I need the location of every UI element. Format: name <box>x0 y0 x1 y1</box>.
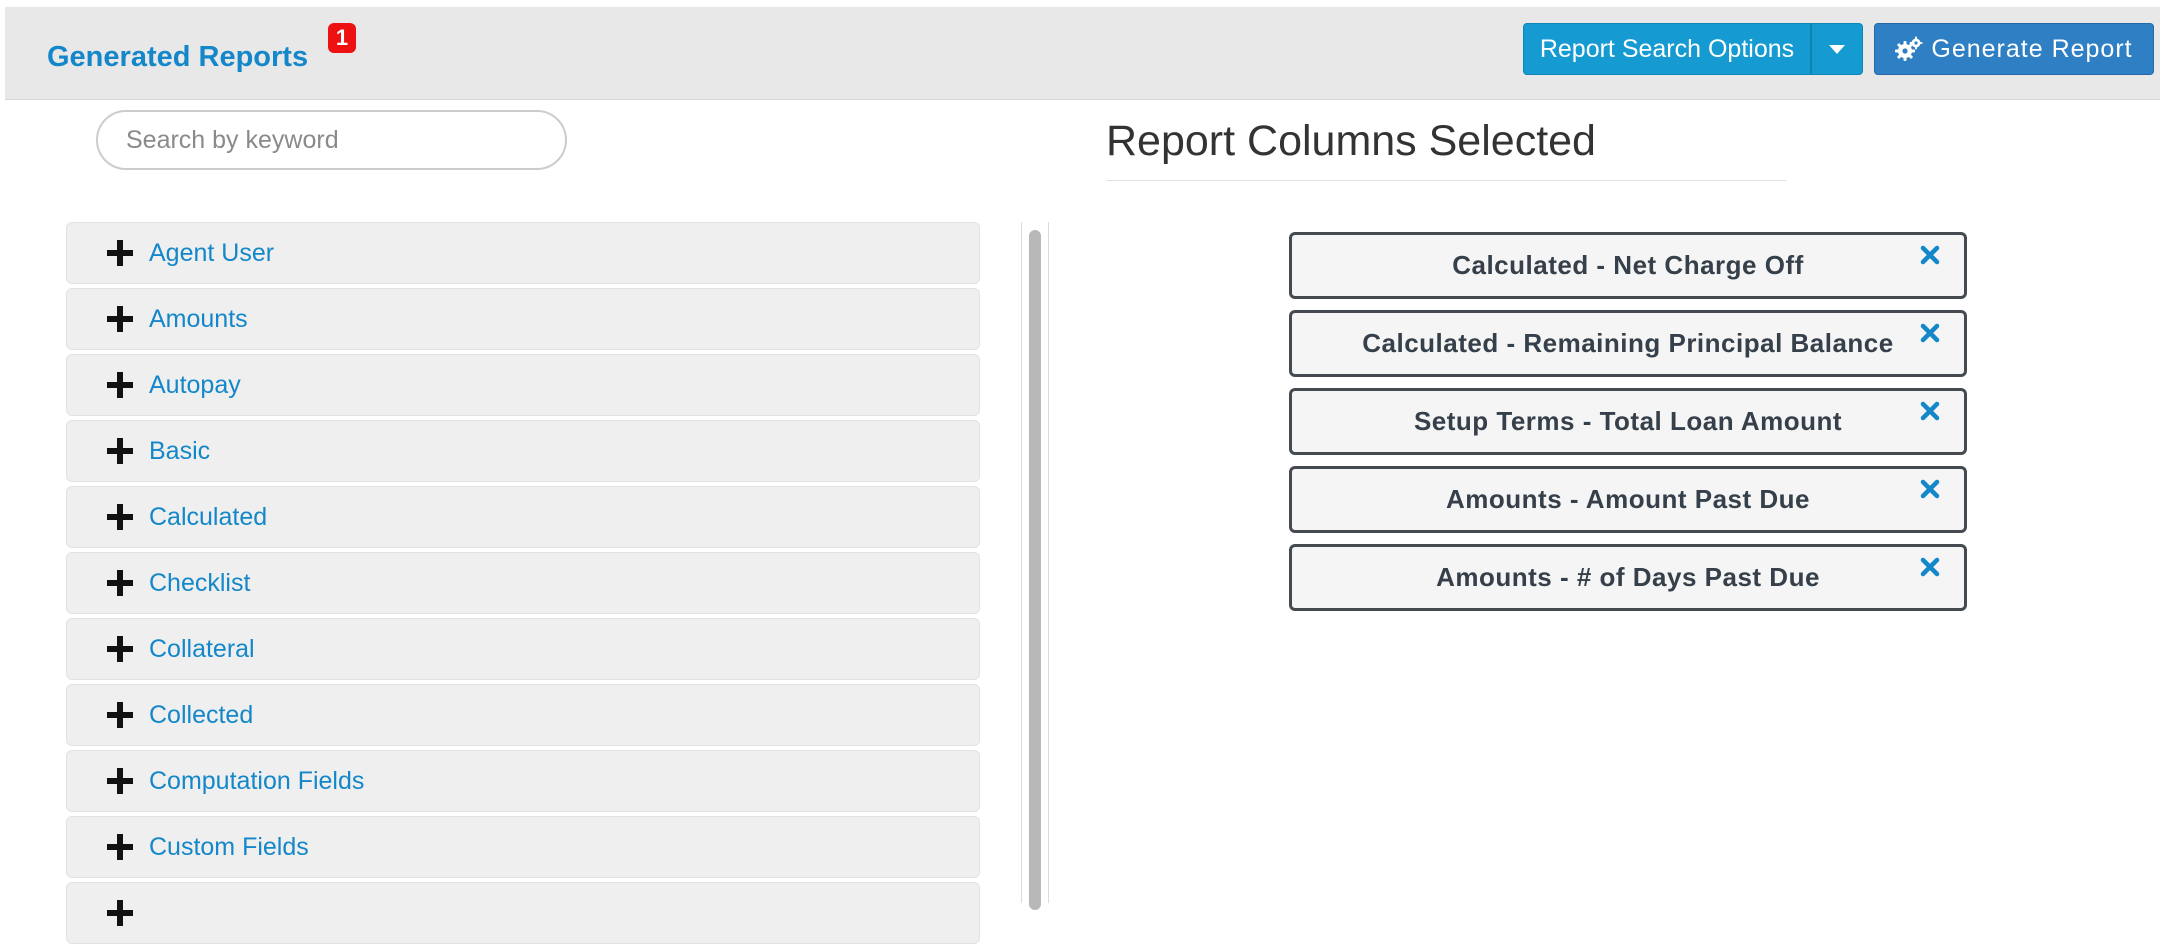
category-item-autopay[interactable]: Autopay <box>66 354 980 416</box>
selected-columns-list: Calculated - Net Charge Off Calculated -… <box>1289 232 1967 622</box>
category-scrollbar[interactable] <box>1021 222 1049 910</box>
category-item-calculated[interactable]: Calculated <box>66 486 980 548</box>
page-title[interactable]: Generated Reports <box>47 37 308 77</box>
category-item-computation-fields[interactable]: Computation Fields <box>66 750 980 812</box>
gears-icon <box>1895 36 1923 61</box>
close-icon[interactable] <box>1920 245 1940 265</box>
category-item-collected[interactable]: Collected <box>66 684 980 746</box>
category-label: Computation Fields <box>149 766 365 795</box>
scrollbar-thumb[interactable] <box>1029 230 1041 910</box>
notification-badge: 1 <box>328 23 356 53</box>
plus-icon <box>107 306 133 332</box>
generate-report-button[interactable]: Generate Report <box>1874 23 2154 75</box>
selected-column-label: Calculated - Remaining Principal Balance <box>1362 328 1894 358</box>
close-icon[interactable] <box>1920 557 1940 577</box>
category-item-checklist[interactable]: Checklist <box>66 552 980 614</box>
title-divider <box>1106 180 1786 181</box>
selected-column-label: Amounts - # of Days Past Due <box>1436 562 1820 592</box>
selected-column-label: Setup Terms - Total Loan Amount <box>1413 406 1843 436</box>
selected-columns-title: Report Columns Selected <box>1106 117 1596 165</box>
plus-icon <box>107 504 133 530</box>
category-item-agent-user[interactable]: Agent User <box>66 222 980 284</box>
category-item-collateral[interactable]: Collateral <box>66 618 980 680</box>
plus-icon <box>107 438 133 464</box>
search-input[interactable] <box>96 110 567 170</box>
close-icon[interactable] <box>1920 479 1940 499</box>
category-label: Calculated <box>149 502 268 531</box>
category-item-amounts[interactable]: Amounts <box>66 288 980 350</box>
generate-report-label: Generate Report <box>1931 34 2133 63</box>
category-item-partial[interactable] <box>66 882 980 944</box>
close-icon[interactable] <box>1920 323 1940 343</box>
selected-column-label: Amounts - Amount Past Due <box>1446 484 1810 514</box>
category-label: Amounts <box>149 304 248 333</box>
selected-column-item[interactable]: Amounts - # of Days Past Due <box>1289 544 1967 611</box>
category-label: Autopay <box>149 370 241 399</box>
category-label: Checklist <box>149 568 251 597</box>
category-label: Basic <box>149 436 211 465</box>
selected-column-item[interactable]: Calculated - Remaining Principal Balance <box>1289 310 1967 377</box>
plus-icon <box>107 702 133 728</box>
category-item-basic[interactable]: Basic <box>66 420 980 482</box>
plus-icon <box>107 636 133 662</box>
selected-column-item[interactable]: Setup Terms - Total Loan Amount <box>1289 388 1967 455</box>
category-list: Agent User Amounts Autopay Basic Calcula… <box>66 222 980 948</box>
category-label: Collateral <box>149 634 255 663</box>
caret-down-icon <box>1829 44 1845 54</box>
plus-icon <box>107 372 133 398</box>
plus-icon <box>107 240 133 266</box>
plus-icon <box>107 900 133 926</box>
category-label: Collected <box>149 700 254 729</box>
category-item-custom-fields[interactable]: Custom Fields <box>66 816 980 878</box>
selected-column-item[interactable]: Amounts - Amount Past Due <box>1289 466 1967 533</box>
selected-column-label: Calculated - Net Charge Off <box>1452 250 1804 280</box>
report-search-options-dropdown[interactable] <box>1811 23 1863 75</box>
report-search-options-group: Report Search Options <box>1523 23 1863 75</box>
plus-icon <box>107 834 133 860</box>
report-search-options-button[interactable]: Report Search Options <box>1523 23 1811 75</box>
plus-icon <box>107 570 133 596</box>
close-icon[interactable] <box>1920 401 1940 421</box>
category-label: Custom Fields <box>149 832 309 861</box>
selected-column-item[interactable]: Calculated - Net Charge Off <box>1289 232 1967 299</box>
category-label: Agent User <box>149 238 275 267</box>
plus-icon <box>107 768 133 794</box>
